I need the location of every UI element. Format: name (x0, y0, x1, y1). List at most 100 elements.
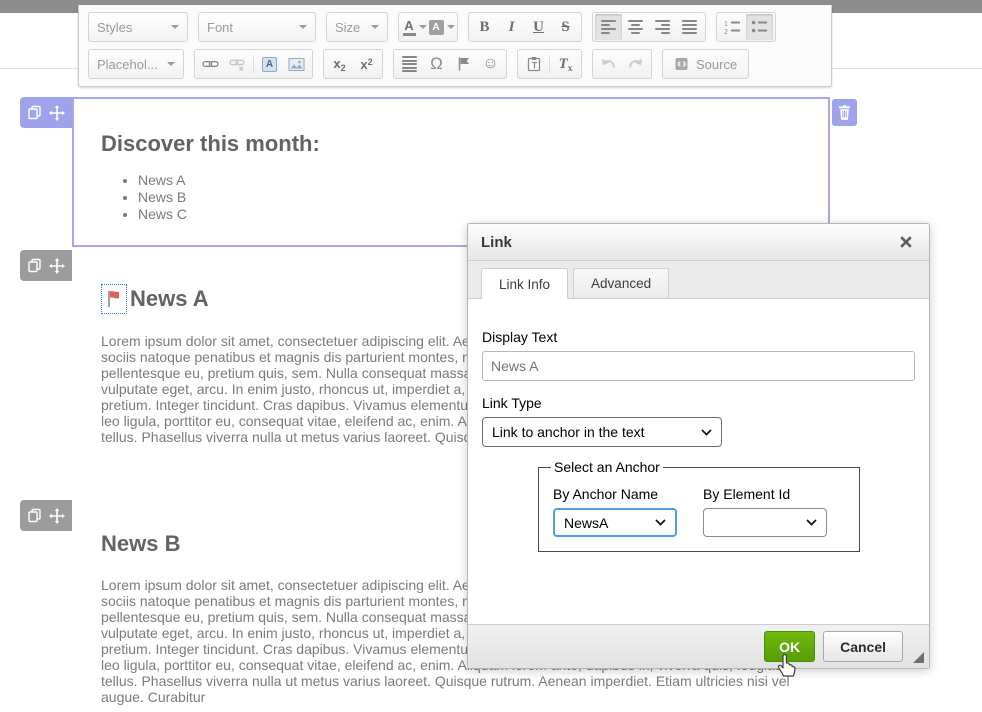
horizontal-rule-icon (402, 56, 417, 72)
paste-text-button[interactable]: T (520, 51, 547, 77)
sub-sup-group: x2 x2 (323, 49, 383, 79)
unlink-button[interactable] (224, 51, 251, 77)
strikethrough-button[interactable]: S (552, 14, 579, 40)
source-icon (674, 56, 690, 72)
color-button-group: A A (398, 12, 458, 42)
widget-delete-button[interactable] (832, 99, 857, 126)
subscript-button[interactable]: x2 (326, 51, 353, 77)
widget-drag-handle-news-a[interactable] (20, 250, 72, 281)
text-color-button[interactable]: A (401, 14, 428, 40)
list-item[interactable]: News A (138, 172, 187, 189)
numbered-list-button[interactable]: 1 2 (719, 14, 746, 40)
basic-styles-group: B I U S (468, 12, 582, 42)
italic-icon: I (509, 19, 515, 36)
anchor-button[interactable] (450, 51, 477, 77)
copy-icon[interactable] (27, 258, 42, 273)
flag-icon (457, 56, 471, 72)
align-justify-button[interactable] (676, 14, 703, 40)
smiley-button[interactable]: ☺ (477, 51, 504, 77)
dialog-body: Display Text Link Type Link to anchor in… (468, 299, 929, 624)
font-dropdown[interactable]: Font (198, 12, 316, 42)
editor-page: Styles Font Size A A (0, 0, 982, 712)
link-group: A (194, 49, 313, 79)
copy-icon[interactable] (27, 105, 42, 120)
size-dropdown[interactable]: Size (326, 12, 388, 42)
unlink-icon (229, 56, 246, 72)
list-item[interactable]: News B (138, 189, 187, 206)
dialog-resize-handle[interactable] (913, 652, 924, 663)
chevron-down-icon (371, 25, 379, 29)
styles-dropdown-label: Styles (97, 20, 132, 35)
widget-drag-handle-intro[interactable] (20, 97, 72, 128)
news-a-heading[interactable]: News A (130, 286, 209, 312)
chevron-down-icon (299, 25, 307, 29)
align-left-button[interactable] (595, 14, 622, 40)
text-color-icon: A (403, 19, 416, 36)
placeholder-dropdown-label: Placehol... (97, 57, 158, 72)
placeholder-dropdown[interactable]: Placehol... (88, 49, 184, 79)
align-center-button[interactable] (622, 14, 649, 40)
image-button[interactable] (283, 51, 310, 77)
superscript-button[interactable]: x2 (353, 51, 380, 77)
tab-link-info[interactable]: Link Info (481, 268, 568, 299)
chevron-down-icon (167, 62, 175, 66)
source-button[interactable]: Source (665, 50, 746, 78)
link-type-select[interactable]: Link to anchor in the text (482, 417, 722, 447)
styles-dropdown[interactable]: Styles (88, 12, 188, 42)
chevron-down-icon (655, 519, 666, 526)
by-element-id-select[interactable] (703, 508, 827, 537)
divider (549, 55, 550, 73)
move-icon[interactable] (49, 258, 65, 274)
dialog-title: Link (481, 234, 512, 251)
bold-button[interactable]: B (471, 14, 498, 40)
hand-pointer-icon (776, 650, 798, 678)
redo-button[interactable] (622, 51, 649, 77)
smiley-icon: ☺ (482, 55, 498, 73)
remove-format-button[interactable]: Tx (552, 51, 579, 77)
by-element-id-field: By Element Id (703, 486, 827, 537)
horizontal-rule-button[interactable] (396, 51, 423, 77)
list-item[interactable]: News C (138, 206, 187, 223)
intro-heading[interactable]: Discover this month: (101, 131, 320, 157)
chevron-down-icon (447, 25, 455, 29)
by-anchor-name-select[interactable]: NewsA (553, 508, 677, 537)
display-text-input[interactable] (482, 351, 915, 381)
underline-button[interactable]: U (525, 14, 552, 40)
anchor-placeholder-button[interactable]: A (256, 51, 283, 77)
align-right-button[interactable] (649, 14, 676, 40)
strikethrough-icon: S (561, 19, 569, 36)
link-dialog: Link Link Info Advanced Display Text Lin… (467, 223, 930, 669)
svg-text:2: 2 (724, 29, 728, 35)
italic-button[interactable]: I (498, 14, 525, 40)
bulleted-list-button[interactable] (746, 14, 773, 40)
background-color-button[interactable]: A (428, 14, 455, 40)
link-dialog-titlebar[interactable]: Link (468, 224, 929, 261)
svg-text:T: T (531, 61, 537, 71)
tab-advanced[interactable]: Advanced (573, 268, 669, 298)
link-button[interactable] (197, 51, 224, 77)
editor-toolbar: Styles Font Size A A (78, 5, 832, 87)
link-type-label: Link Type (482, 395, 915, 411)
superscript-icon: x2 (360, 57, 372, 72)
widget-drag-handle-news-b[interactable] (20, 500, 72, 531)
list-group: 1 2 (716, 12, 776, 42)
background-color-icon: A (429, 20, 444, 35)
special-character-button[interactable]: Ω (423, 51, 450, 77)
dialog-tab-strip: Link Info Advanced (468, 261, 929, 299)
copy-icon[interactable] (27, 508, 42, 523)
news-b-heading[interactable]: News B (101, 531, 180, 557)
by-element-id-label: By Element Id (703, 486, 827, 502)
dialog-close-button[interactable] (896, 232, 916, 252)
align-center-icon (628, 20, 643, 34)
bulleted-list-icon (751, 19, 768, 35)
move-icon[interactable] (49, 105, 65, 121)
chevron-down-icon (806, 519, 817, 526)
chevron-down-icon (701, 429, 712, 436)
undo-button[interactable] (595, 51, 622, 77)
text-anchor-selected[interactable] (101, 284, 127, 314)
paste-format-group: T Tx (517, 49, 582, 79)
cancel-button[interactable]: Cancel (823, 631, 903, 662)
numbered-list-icon: 1 2 (724, 19, 741, 35)
move-icon[interactable] (49, 508, 65, 524)
by-anchor-name-label: By Anchor Name (553, 486, 677, 502)
